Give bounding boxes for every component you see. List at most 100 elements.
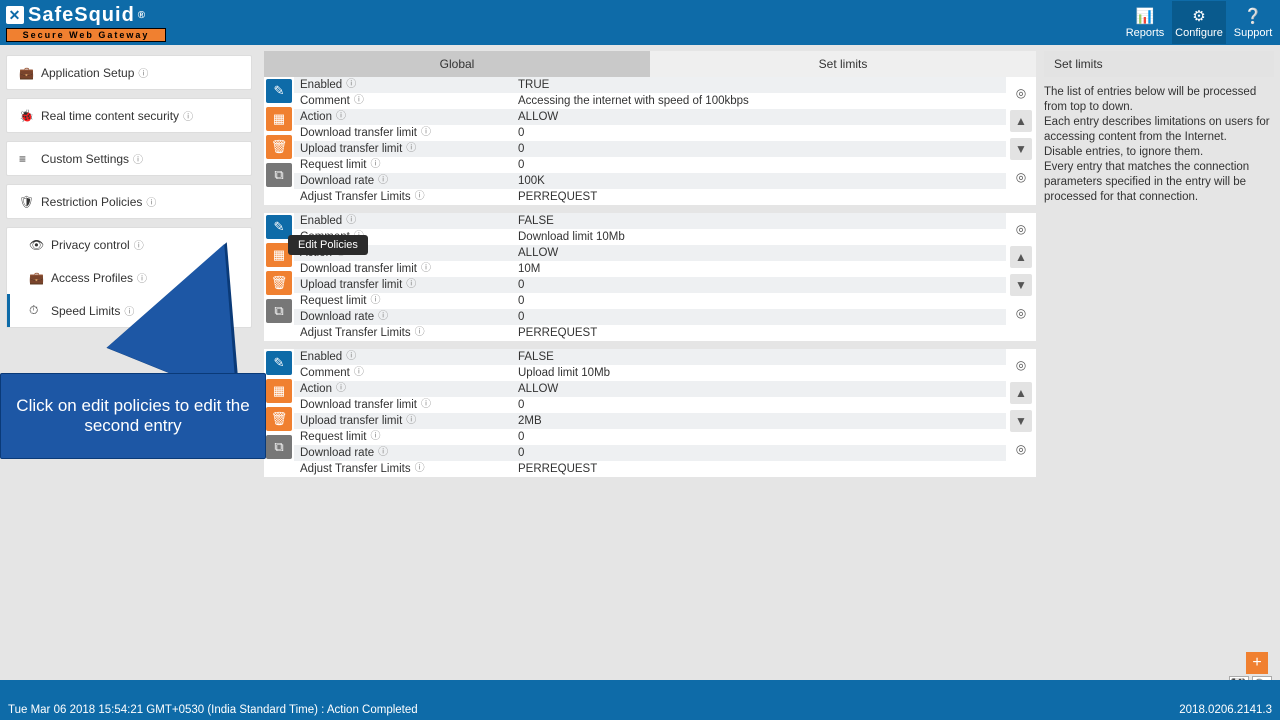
entry-row: Download rate ⓘ100K — [294, 173, 1006, 189]
app-header: ✕ SafeSquid ® Secure Web Gateway 📊 Repor… — [0, 0, 1280, 45]
info-icon: ⓘ — [370, 157, 380, 173]
up-icon: ▲ — [1015, 250, 1027, 264]
sliders-icon: ≡ — [19, 152, 35, 166]
right-panel-text: The list of entries below will be proces… — [1044, 85, 1274, 205]
down-button[interactable]: ▼ — [1010, 410, 1032, 432]
sidebar-item-label: Speed Limits — [51, 304, 120, 318]
nav-configure-label: Configure — [1175, 27, 1223, 39]
row-value: 10M — [512, 261, 1006, 277]
row-value: ALLOW — [512, 381, 1006, 397]
row-label: Action ⓘ — [294, 109, 512, 125]
entry-row: Comment ⓘAccessing the internet with spe… — [294, 93, 1006, 109]
target-icon: ◎ — [1016, 222, 1026, 236]
add-button[interactable]: ▦ — [266, 379, 292, 403]
header-nav: 📊 Reports ⚙ Configure ❔ Support — [1118, 1, 1280, 44]
entry-row: Download transfer limit ⓘ0 — [294, 125, 1006, 141]
info-icon: ⓘ — [406, 277, 416, 293]
entry-row: Download transfer limit ⓘ10M — [294, 261, 1006, 277]
row-label: Request limit ⓘ — [294, 157, 512, 173]
entry-row: Enabled ⓘFALSE — [294, 213, 1006, 229]
row-value: Download limit 10Mb — [512, 229, 1006, 245]
entry-row: Enabled ⓘTRUE — [294, 77, 1006, 93]
nav-support[interactable]: ❔ Support — [1226, 1, 1280, 44]
info-icon: ⓘ — [370, 429, 380, 445]
nav-reports[interactable]: 📊 Reports — [1118, 1, 1172, 44]
up-button[interactable]: ▲ — [1010, 382, 1032, 404]
row-label: Request limit ⓘ — [294, 293, 512, 309]
tab-set-limits[interactable]: Set limits — [650, 51, 1036, 77]
row-value: ALLOW — [512, 245, 1006, 261]
sidebar-item-restriction-policies[interactable]: 🛡Restriction Policiesⓘ — [7, 185, 251, 218]
nav-configure[interactable]: ⚙ Configure — [1172, 1, 1226, 44]
down-icon: ▼ — [1015, 414, 1027, 428]
tab-global[interactable]: Global — [264, 51, 650, 77]
row-value: 100K — [512, 173, 1006, 189]
footer-status: Tue Mar 06 2018 15:54:21 GMT+0530 (India… — [8, 704, 418, 716]
copy-button[interactable]: ⧉ — [266, 435, 292, 459]
info-icon: ⓘ — [378, 445, 388, 461]
entry-row: Action ⓘALLOW — [294, 109, 1006, 125]
help-icon: ❔ — [1226, 7, 1280, 25]
info-icon: ⓘ — [415, 461, 425, 477]
footer-version: 2018.0206.2141.3 — [1179, 704, 1272, 716]
sidebar-item-custom-settings[interactable]: ≡Custom Settingsⓘ — [7, 142, 251, 175]
up-button[interactable]: ▲ — [1010, 246, 1032, 268]
sidebar-item-real-time-content-security[interactable]: 🐞Real time content securityⓘ — [7, 99, 251, 132]
entry: ✎ ▦ 🗑 ⧉ Enabled ⓘTRUEComment ⓘAccessing the … — [264, 77, 1036, 205]
target-button[interactable]: ◎ — [1010, 354, 1032, 376]
add-entry-button[interactable]: + — [1246, 652, 1268, 674]
briefcase-icon: 💼 — [19, 66, 35, 80]
target-icon: ◎ — [1016, 86, 1026, 100]
row-value: 0 — [512, 141, 1006, 157]
entry-row: Comment ⓘDownload limit 10Mb — [294, 229, 1006, 245]
target-button[interactable]: ◎ — [1010, 218, 1032, 240]
row-label: Enabled ⓘ — [294, 349, 512, 365]
row-value: PERREQUEST — [512, 325, 1006, 341]
entry-row: Request limit ⓘ0 — [294, 157, 1006, 173]
row-label: Adjust Transfer Limits ⓘ — [294, 189, 512, 205]
row-value: FALSE — [512, 213, 1006, 229]
briefcase-icon: 💼 — [29, 271, 45, 285]
row-label: Adjust Transfer Limits ⓘ — [294, 461, 512, 477]
target-button[interactable]: ◎ — [1010, 166, 1032, 188]
row-label: Upload transfer limit ⓘ — [294, 141, 512, 157]
row-value: 0 — [512, 125, 1006, 141]
info-icon: ⓘ — [378, 309, 388, 325]
info-icon: ⓘ — [421, 125, 431, 141]
info-icon: ⓘ — [346, 349, 356, 365]
edit-button[interactable]: ✎ — [266, 351, 292, 375]
row-label: Download rate ⓘ — [294, 445, 512, 461]
info-icon: ⓘ — [378, 173, 388, 189]
info-icon: ⓘ — [415, 325, 425, 341]
down-icon: ▼ — [1015, 278, 1027, 292]
tabs: Global Set limits — [264, 51, 1036, 77]
target-button[interactable]: ◎ — [1010, 302, 1032, 324]
edit-button[interactable]: ✎ — [266, 79, 292, 103]
up-button[interactable]: ▲ — [1010, 110, 1032, 132]
target-icon: ◎ — [1016, 358, 1026, 372]
row-value: ALLOW — [512, 109, 1006, 125]
del-button[interactable]: 🗑 — [266, 135, 292, 159]
down-button[interactable]: ▼ — [1010, 274, 1032, 296]
copy-button[interactable]: ⧉ — [266, 163, 292, 187]
row-value: FALSE — [512, 349, 1006, 365]
row-label: Enabled ⓘ — [294, 213, 512, 229]
entry-row: Request limit ⓘ0 — [294, 429, 1006, 445]
shield-icon: 🛡 — [19, 195, 35, 209]
down-button[interactable]: ▼ — [1010, 138, 1032, 160]
sidebar-item-application-setup[interactable]: 💼Application Setupⓘ — [7, 56, 251, 89]
target-button[interactable]: ◎ — [1010, 438, 1032, 460]
target-button[interactable]: ◎ — [1010, 82, 1032, 104]
del-button[interactable]: 🗑 — [266, 407, 292, 431]
row-label: Download transfer limit ⓘ — [294, 261, 512, 277]
row-value: 0 — [512, 157, 1006, 173]
row-value: 0 — [512, 293, 1006, 309]
row-label: Enabled ⓘ — [294, 77, 512, 93]
info-icon: ⓘ — [406, 413, 416, 429]
sidebar-item-label: Real time content security — [41, 109, 179, 123]
logo-subtitle: Secure Web Gateway — [6, 28, 166, 42]
add-button[interactable]: ▦ — [266, 107, 292, 131]
target-icon: ◎ — [1016, 170, 1026, 184]
info-icon: ⓘ — [346, 77, 356, 93]
up-icon: ▲ — [1015, 386, 1027, 400]
